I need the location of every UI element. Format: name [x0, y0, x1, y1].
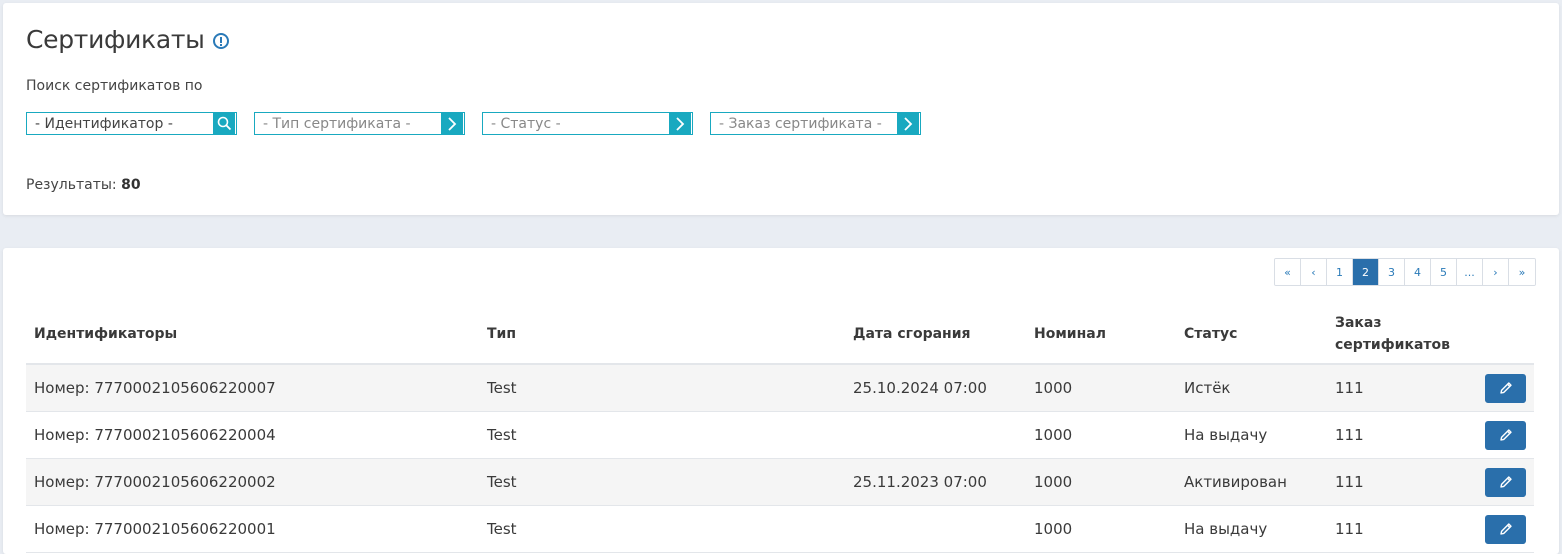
status-select[interactable]: - Статус - — [483, 116, 669, 132]
cell-status: На выдачу — [1176, 411, 1327, 459]
results-count: Результаты: 80 — [26, 177, 141, 193]
identifier-filter[interactable]: - Идентификатор - — [26, 112, 237, 135]
cell-nominal: 1000 — [1026, 411, 1176, 459]
info-icon[interactable] — [212, 33, 229, 49]
cell-order: 111 — [1327, 458, 1467, 506]
column-header-nominal[interactable]: Номинал — [1026, 304, 1176, 365]
status-filter[interactable]: - Статус - — [482, 112, 693, 135]
order-select[interactable]: - Заказ сертификата - — [711, 116, 897, 132]
cell-id: Номер: 7770002105606220004 — [26, 411, 479, 459]
page-ellipsis[interactable]: ... — [1457, 259, 1483, 285]
cell-nominal: 1000 — [1026, 364, 1176, 412]
cell-order: 111 — [1327, 364, 1467, 412]
pencil-icon — [1499, 523, 1512, 535]
cell-nominal: 1000 — [1026, 458, 1176, 506]
cell-status: Активирован — [1176, 458, 1327, 506]
cell-expiry: 25.10.2024 07:00 — [845, 364, 1026, 412]
results-panel: « ‹ 1 2 3 4 5 ... › » Идентификаторы Тип… — [3, 248, 1559, 554]
edit-button[interactable] — [1485, 514, 1526, 544]
pencil-icon — [1499, 429, 1512, 441]
search-panel: Сертификаты Поиск сертификатов по - Иден… — [3, 3, 1559, 215]
certificates-table: Идентификаторы Тип Дата сгорания Номинал… — [26, 304, 1534, 553]
column-header-actions — [1467, 304, 1534, 365]
page-button[interactable]: 5 — [1431, 259, 1457, 285]
search-icon[interactable] — [213, 113, 235, 134]
table-row: Номер: 7770002105606220002 Test 25.11.20… — [26, 458, 1534, 506]
cell-expiry — [845, 505, 1026, 553]
page-button-active[interactable]: 2 — [1353, 259, 1379, 285]
edit-button[interactable] — [1485, 373, 1526, 403]
edit-button[interactable] — [1485, 467, 1526, 497]
cell-expiry: 25.11.2023 07:00 — [845, 458, 1026, 506]
table-row: Номер: 7770002105606220007 Test 25.10.20… — [26, 364, 1534, 412]
column-header-id[interactable]: Идентификаторы — [26, 304, 479, 365]
cell-type: Test — [479, 411, 845, 459]
identifier-input[interactable]: - Идентификатор - — [27, 116, 213, 132]
prev-page-button[interactable]: ‹ — [1301, 259, 1327, 285]
table-header-row: Идентификаторы Тип Дата сгорания Номинал… — [26, 304, 1534, 365]
cell-status: На выдачу — [1176, 505, 1327, 553]
cell-type: Test — [479, 458, 845, 506]
first-page-button[interactable]: « — [1275, 259, 1301, 285]
edit-button[interactable] — [1485, 420, 1526, 450]
table-row: Номер: 7770002105606220004 Test 1000 На … — [26, 411, 1534, 459]
pencil-icon — [1499, 476, 1512, 488]
search-label: Поиск сертификатов по — [26, 78, 203, 94]
cell-order: 111 — [1327, 411, 1467, 459]
column-header-expiry[interactable]: Дата сгорания — [845, 304, 1026, 365]
order-filter[interactable]: - Заказ сертификата - — [710, 112, 921, 135]
cell-expiry — [845, 411, 1026, 459]
chevron-right-icon[interactable] — [669, 113, 691, 134]
last-page-button[interactable]: » — [1509, 259, 1535, 285]
cell-type: Test — [479, 505, 845, 553]
table-row: Номер: 7770002105606220001 Test 1000 На … — [26, 505, 1534, 553]
cell-status: Истёк — [1176, 364, 1327, 412]
cell-type: Test — [479, 364, 845, 412]
pencil-icon — [1499, 382, 1512, 394]
cell-id: Номер: 7770002105606220002 — [26, 458, 479, 506]
chevron-right-icon[interactable] — [441, 113, 463, 134]
page-button[interactable]: 3 — [1379, 259, 1405, 285]
chevron-right-icon[interactable] — [897, 113, 919, 134]
column-header-type[interactable]: Тип — [479, 304, 845, 365]
cell-id: Номер: 7770002105606220007 — [26, 364, 479, 412]
page-button[interactable]: 1 — [1327, 259, 1353, 285]
pagination: « ‹ 1 2 3 4 5 ... › » — [1274, 258, 1536, 286]
next-page-button[interactable]: › — [1483, 259, 1509, 285]
page-title: Сертификаты — [26, 25, 229, 54]
page-button[interactable]: 4 — [1405, 259, 1431, 285]
cell-id: Номер: 7770002105606220001 — [26, 505, 479, 553]
type-filter[interactable]: - Тип сертификата - — [254, 112, 465, 135]
cell-nominal: 1000 — [1026, 505, 1176, 553]
type-select[interactable]: - Тип сертификата - — [255, 116, 441, 132]
cell-order: 111 — [1327, 505, 1467, 553]
column-header-status[interactable]: Статус — [1176, 304, 1327, 365]
column-header-order[interactable]: Заказ сертификатов — [1327, 304, 1467, 365]
